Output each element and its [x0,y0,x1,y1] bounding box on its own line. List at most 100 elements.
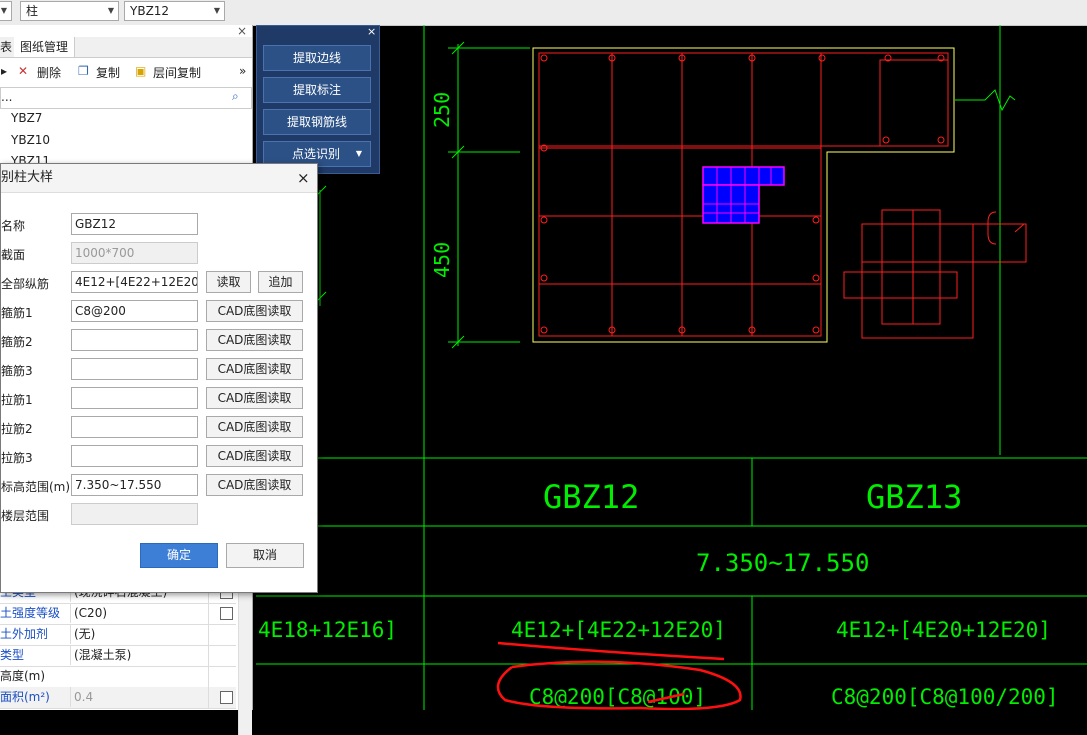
rebar-label-left: 4E18+12E16] [258,618,397,642]
column-name-gbz13: GBZ13 [866,478,962,516]
column-name-gbz12: GBZ12 [543,478,639,516]
close-icon[interactable]: × [367,25,376,38]
property-name: 面积(m²) [0,690,50,704]
chevron-down-icon: ▼ [0,6,7,15]
elevation-label: 标高范围(m) [1,480,71,494]
floor-copy-icon: ▣ [135,64,147,78]
tie3-row: 拉筋3 CAD底图读取 [1,445,317,469]
property-checkbox[interactable] [220,691,233,704]
cad-read-button[interactable]: CAD底图读取 [206,445,303,467]
section-input: 1000*700 [71,242,198,264]
property-row: 面积(m²) 0.4 [0,687,236,709]
toolbar-combo-partial[interactable]: ▼ [0,1,12,21]
dimension-250: 250 [430,92,454,128]
floor-range-label: 楼层范围 [1,509,50,523]
chevron-down-icon[interactable]: ▼ [356,142,362,166]
name-label: 名称 [1,219,26,233]
property-value: 0.4 [70,687,210,707]
top-toolbar: ▼ 柱 ▼ YBZ12 ▼ [0,0,1087,26]
element-type-combo[interactable]: 柱 ▼ [20,1,119,21]
tree-item[interactable]: YBZ7 [11,111,42,125]
stirrup1-label: 箍筋1 [1,306,33,320]
floor-range-row: 楼层范围 [1,503,317,527]
panel-tabs: 表 图纸管理 [0,37,252,58]
cad-canvas[interactable]: 250 450 GBZ12 GBZ13 7.350~17.550 4E18+12… [256,25,1087,710]
tie1-input[interactable] [71,387,198,409]
all-rebar-input[interactable]: 4E12+[4E22+12E20] [71,271,198,293]
panel-close-icon[interactable]: × [237,24,247,38]
stirrup2-label: 箍筋2 [1,335,33,349]
read-button[interactable]: 读取 [206,271,251,293]
property-name: 类型 [0,648,25,662]
stirrup1-row: 箍筋1 C8@200 CAD底图读取 [1,300,317,324]
more-tools-icon[interactable]: » [239,64,246,78]
cad-read-button[interactable]: CAD底图读取 [206,358,303,380]
extract-edge-button[interactable]: 提取边线 [263,45,371,71]
component-value: YBZ12 [130,4,170,18]
property-checkbox[interactable] [220,607,233,620]
tie1-label: 拉筋1 [1,393,33,407]
add-icon[interactable]: ▸ [1,64,7,78]
stirrup-label-gbz12: C8@200[C8@100] [529,685,706,709]
search-input[interactable]: ... ⌕ [0,87,252,109]
delete-icon: ✕ [18,64,29,78]
property-value[interactable]: (C20) [70,603,210,623]
elevation-input[interactable]: 7.350~17.550 [71,474,198,496]
extract-rebar-line-button[interactable]: 提取钢筋线 [263,109,371,135]
tree-item[interactable]: YBZ10 [11,133,50,147]
point-identify-label: 点选识别 [292,147,341,161]
cancel-button[interactable]: 取消 [226,543,304,568]
cad-read-button[interactable]: CAD底图读取 [206,387,303,409]
stirrup-label-gbz13: C8@200[C8@100/200] [831,685,1059,709]
name-row: 名称 GBZ12 [1,213,317,237]
cad-read-button[interactable]: CAD底图读取 [206,416,303,438]
section-label: 截面 [1,248,26,262]
stirrup2-input[interactable] [71,329,198,351]
floor-copy-button[interactable]: 层间复制 [153,64,201,81]
floor-range-input [71,503,198,525]
tie3-input[interactable] [71,445,198,467]
chevron-down-icon: ▼ [213,6,220,15]
tie1-row: 拉筋1 CAD底图读取 [1,387,317,411]
rebar-label-gbz12: 4E12+[4E22+12E20] [511,618,726,642]
append-button[interactable]: 追加 [258,271,303,293]
stirrup1-input[interactable]: C8@200 [71,300,198,322]
component-combo[interactable]: YBZ12 ▼ [124,1,225,21]
panel-toolbar: ▸ ✕ 删除 ❐ 复制 ▣ 层间复制 » [0,60,252,84]
cad-grid-lines [256,25,1087,710]
tab-drawing-manager[interactable]: 图纸管理 [14,37,76,57]
properties-scrollbar[interactable] [238,580,252,735]
chevron-down-icon: ▼ [107,6,114,15]
tie2-row: 拉筋2 CAD底图读取 [1,416,317,440]
column-detail-dialog: 别柱大样 × 名称 GBZ12 截面 1000*700 全部纵筋 4E12+[4… [0,163,318,593]
selection-highlight [702,166,785,224]
stirrup3-row: 箍筋3 CAD底图读取 [1,358,317,382]
stirrup2-row: 箍筋2 CAD底图读取 [1,329,317,353]
cad-read-button[interactable]: CAD底图读取 [206,300,303,322]
stirrup3-input[interactable] [71,358,198,380]
tie2-input[interactable] [71,416,198,438]
all-rebar-row: 全部纵筋 4E12+[4E22+12E20] 读取 追加 [1,271,317,295]
ok-button[interactable]: 确定 [140,543,218,568]
cad-read-button[interactable]: CAD底图读取 [206,329,303,351]
property-value[interactable]: (无) [70,624,210,644]
search-icon[interactable]: ⌕ [232,89,239,104]
rebar-lines [538,52,1027,339]
close-icon[interactable]: × [297,164,310,192]
copy-icon: ❐ [78,64,89,78]
dialog-titlebar[interactable]: 别柱大样 × [1,164,317,193]
property-name: 高度(m) [0,669,46,683]
elevation-row: 标高范围(m) 7.350~17.550 CAD底图读取 [1,474,317,498]
property-value[interactable]: (混凝土泵) [70,645,210,665]
property-row: 土外加剂 (无) [0,624,236,646]
copy-button[interactable]: 复制 [96,64,120,81]
property-name: 土外加剂 [0,627,49,641]
property-row: 土强度等级 (C20) [0,603,236,625]
stirrup3-label: 箍筋3 [1,364,33,378]
elevation-label: 7.350~17.550 [696,549,869,577]
cad-read-button[interactable]: CAD底图读取 [206,474,303,496]
rebar-label-gbz13: 4E12+[4E20+12E20] [836,618,1051,642]
name-input[interactable]: GBZ12 [71,213,198,235]
delete-button[interactable]: 删除 [37,64,61,81]
extract-label-button[interactable]: 提取标注 [263,77,371,103]
